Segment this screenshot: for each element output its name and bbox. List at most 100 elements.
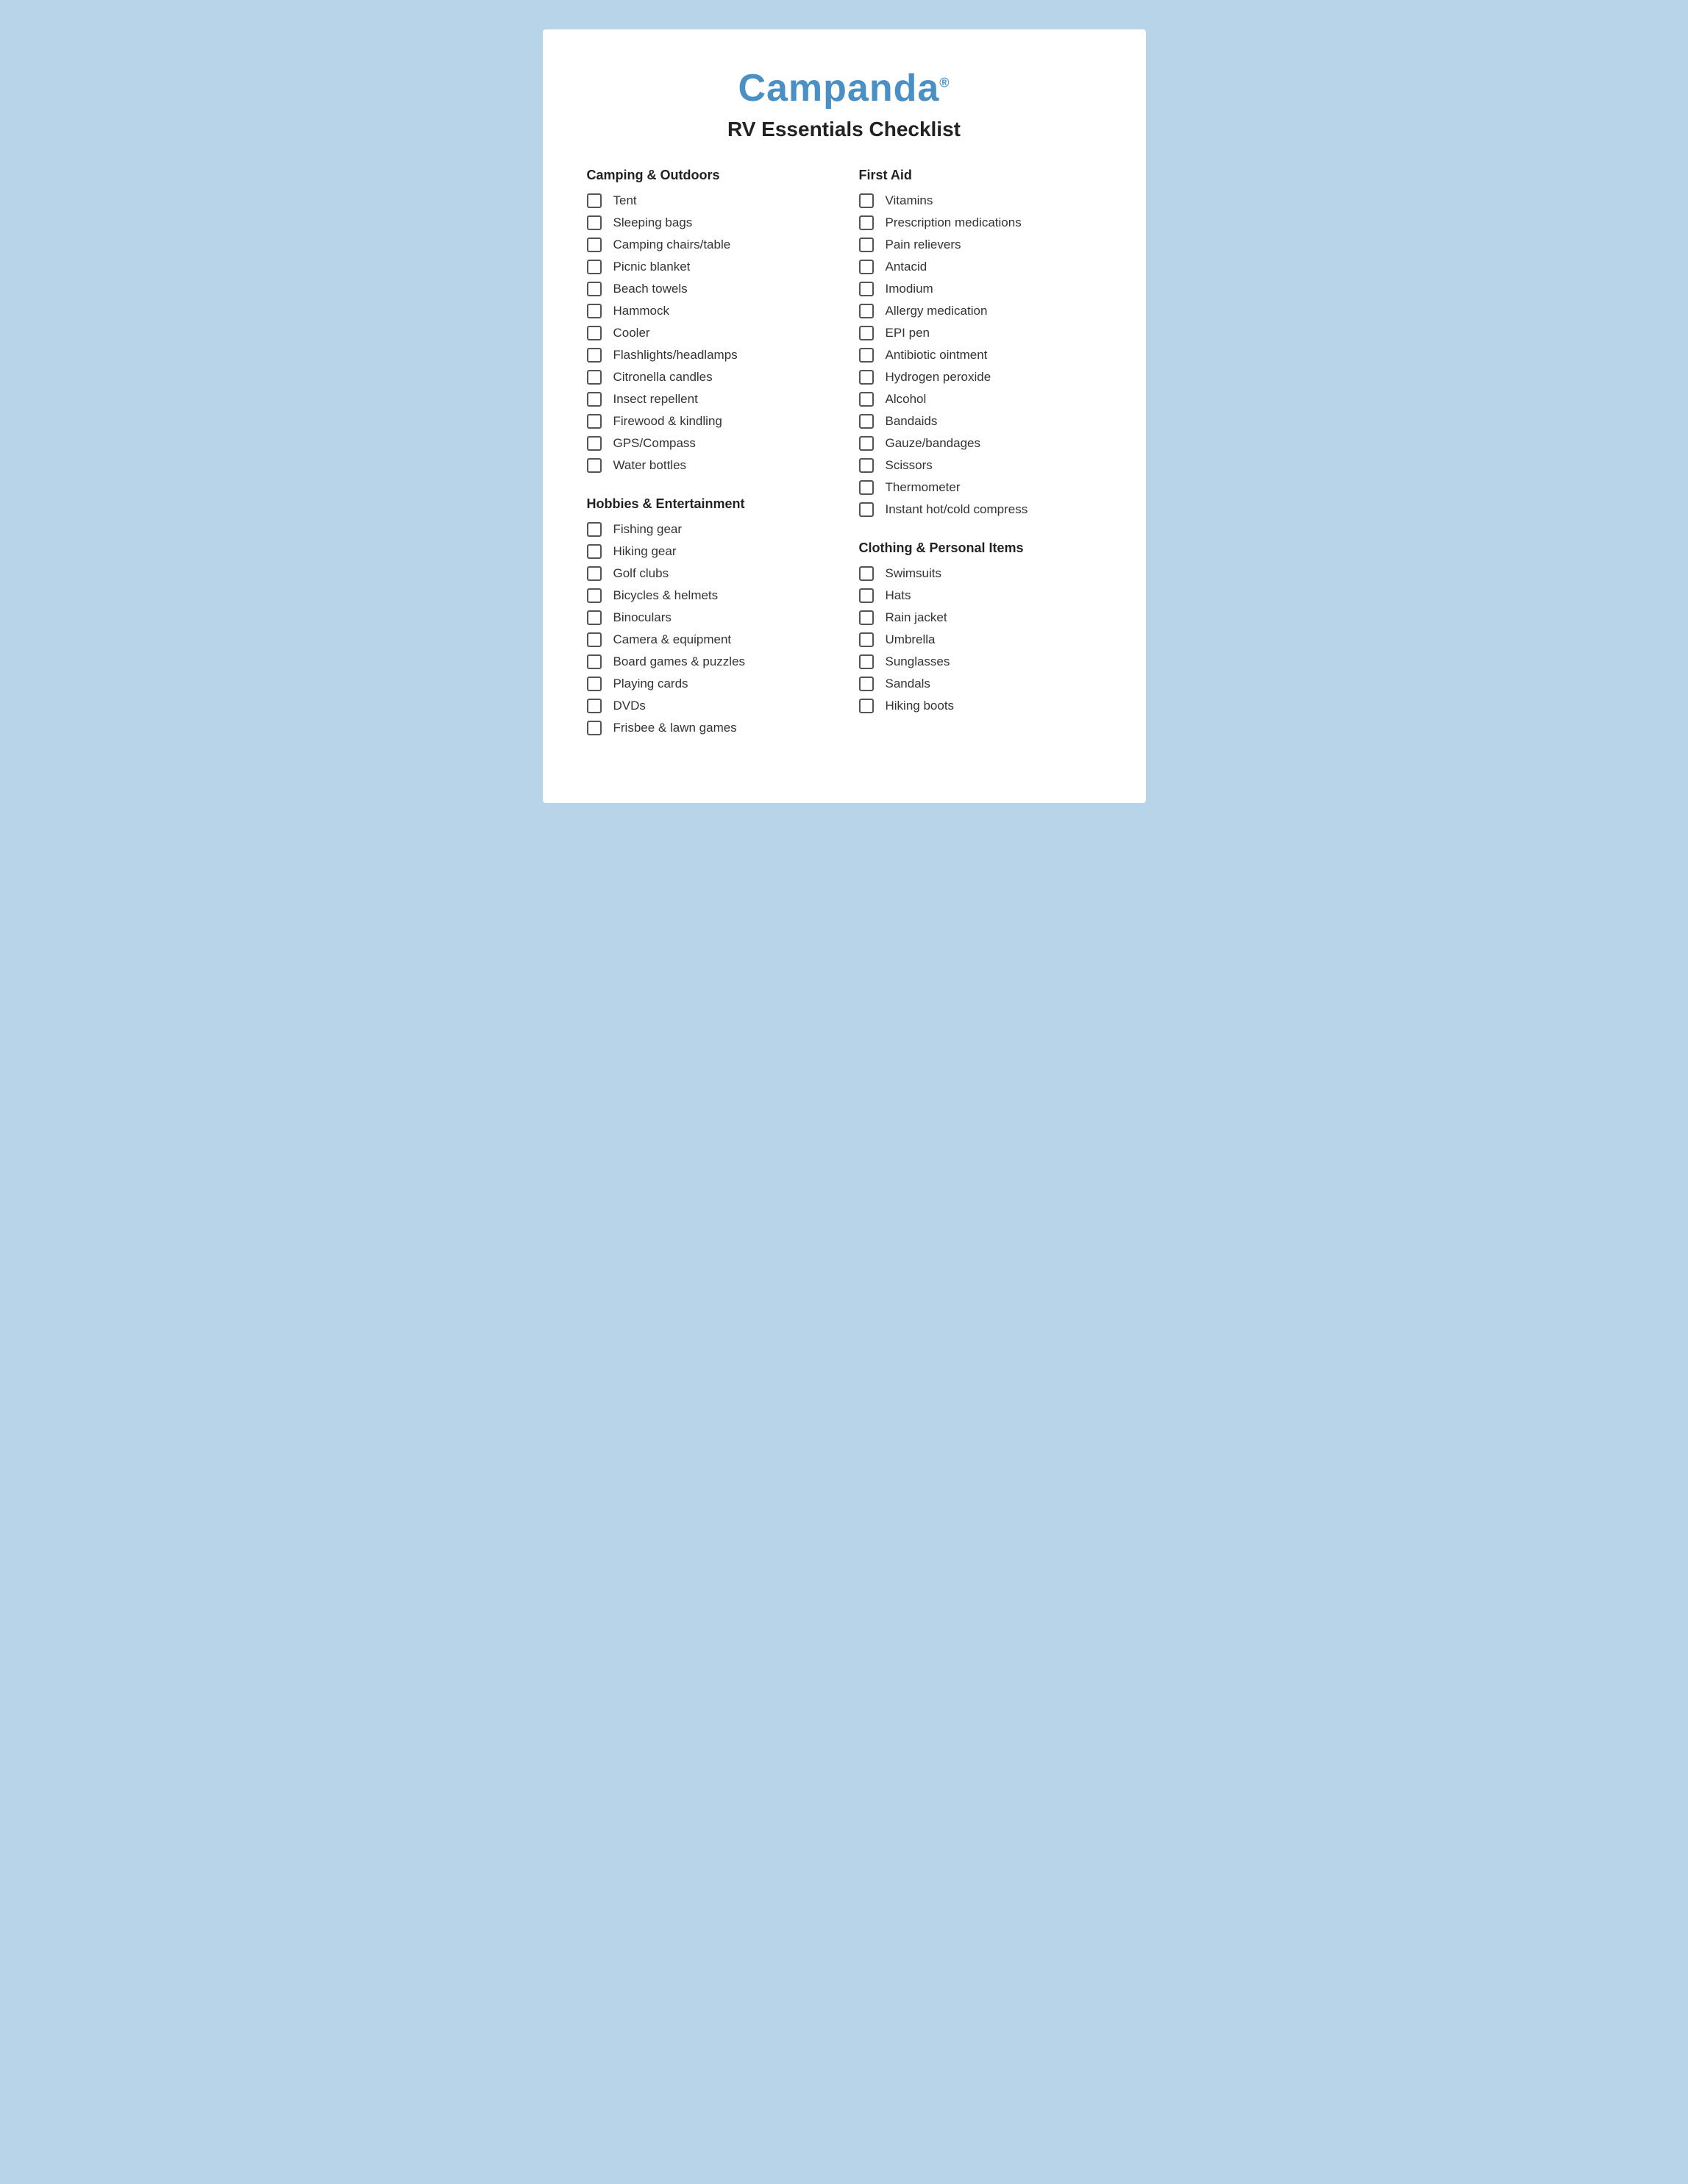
list-item: Water bottles [587,458,830,473]
left-column: Camping & Outdoors TentSleeping bagsCamp… [587,168,830,759]
checkbox[interactable] [859,238,874,252]
item-label: Sleeping bags [613,215,693,230]
item-label: Instant hot/cold compress [886,502,1028,517]
checkbox[interactable] [587,193,602,208]
list-item: Swimsuits [859,566,1102,581]
checkbox[interactable] [587,282,602,296]
item-label: Antacid [886,260,927,274]
checkbox[interactable] [587,238,602,252]
checkbox[interactable] [859,282,874,296]
item-label: Hiking gear [613,544,677,559]
checkbox[interactable] [587,610,602,625]
list-item: EPI pen [859,326,1102,340]
clothing-checklist: Swimsuits Hats Rain jacket Umbrella Sunglass… [859,566,1102,713]
item-label: Hammock [613,304,670,318]
checkbox[interactable] [587,348,602,363]
checkbox[interactable] [587,588,602,603]
checkbox[interactable] [587,326,602,340]
item-label: Pain relievers [886,238,961,252]
checkbox[interactable] [859,215,874,230]
list-item: Gauze/bandages [859,436,1102,451]
list-item: Hiking boots [859,699,1102,713]
section-title-camping: Camping & Outdoors [587,168,830,183]
list-item: Alcohol [859,392,1102,407]
checkbox[interactable] [587,414,602,429]
list-item: Scissors [859,458,1102,473]
list-item: Hydrogen peroxide [859,370,1102,385]
list-item: Board games & puzzles [587,654,830,669]
checkbox[interactable] [587,566,602,581]
list-item: Citronella candles [587,370,830,385]
item-label: Playing cards [613,677,688,691]
item-label: Bicycles & helmets [613,588,719,603]
checkbox[interactable] [859,392,874,407]
checkbox[interactable] [587,544,602,559]
checkbox[interactable] [859,436,874,451]
checkbox[interactable] [859,699,874,713]
checkbox[interactable] [587,260,602,274]
hobbies-checklist: Fishing gear Hiking gear Golf clubs Bicycle… [587,522,830,735]
section-title-firstaid: First Aid [859,168,1102,183]
item-label: Prescription medications [886,215,1022,230]
checkbox[interactable] [859,502,874,517]
checkbox[interactable] [859,632,874,647]
checkbox[interactable] [859,588,874,603]
checkbox[interactable] [587,699,602,713]
item-label: Picnic blanket [613,260,691,274]
checkbox[interactable] [859,348,874,363]
list-item: Beach towels [587,282,830,296]
checkbox[interactable] [859,326,874,340]
checkbox[interactable] [587,677,602,691]
list-item: Rain jacket [859,610,1102,625]
checkbox[interactable] [859,610,874,625]
list-item: Thermometer [859,480,1102,495]
list-item: Imodium [859,282,1102,296]
checkbox[interactable] [587,304,602,318]
item-label: Fishing gear [613,522,683,537]
list-item: Camera & equipment [587,632,830,647]
checkbox[interactable] [587,392,602,407]
item-label: Alcohol [886,392,927,407]
checkbox[interactable] [587,458,602,473]
item-label: DVDs [613,699,646,713]
checkbox[interactable] [859,480,874,495]
checkbox[interactable] [859,260,874,274]
right-column: First Aid Vitamins Prescription medicatio… [859,168,1102,737]
checkbox[interactable] [859,654,874,669]
item-label: Umbrella [886,632,936,647]
list-item: Camping chairs/table [587,238,830,252]
checkbox[interactable] [859,677,874,691]
item-label: Swimsuits [886,566,942,581]
list-item: DVDs [587,699,830,713]
checkbox[interactable] [859,193,874,208]
checkbox[interactable] [587,436,602,451]
list-item: Vitamins [859,193,1102,208]
item-label: Imodium [886,282,933,296]
item-label: Hats [886,588,911,603]
item-label: Firewood & kindling [613,414,722,429]
list-item: Sandals [859,677,1102,691]
checkbox[interactable] [859,370,874,385]
item-label: Golf clubs [613,566,669,581]
checkbox[interactable] [587,721,602,735]
item-label: Hydrogen peroxide [886,370,991,385]
item-label: GPS/Compass [613,436,696,451]
checkbox[interactable] [859,304,874,318]
item-label: Board games & puzzles [613,654,746,669]
list-item: Bandaids [859,414,1102,429]
item-label: Beach towels [613,282,688,296]
checkbox[interactable] [859,458,874,473]
checkbox[interactable] [859,566,874,581]
checkbox[interactable] [587,215,602,230]
checkbox[interactable] [587,522,602,537]
checkbox[interactable] [587,654,602,669]
main-columns: Camping & Outdoors TentSleeping bagsCamp… [587,168,1102,759]
item-label: EPI pen [886,326,930,340]
checkbox[interactable] [859,414,874,429]
checkbox[interactable] [587,370,602,385]
list-item: Hammock [587,304,830,318]
list-item: Frisbee & lawn games [587,721,830,735]
checkbox[interactable] [587,632,602,647]
list-item: Sunglasses [859,654,1102,669]
list-item: Antibiotic ointment [859,348,1102,363]
